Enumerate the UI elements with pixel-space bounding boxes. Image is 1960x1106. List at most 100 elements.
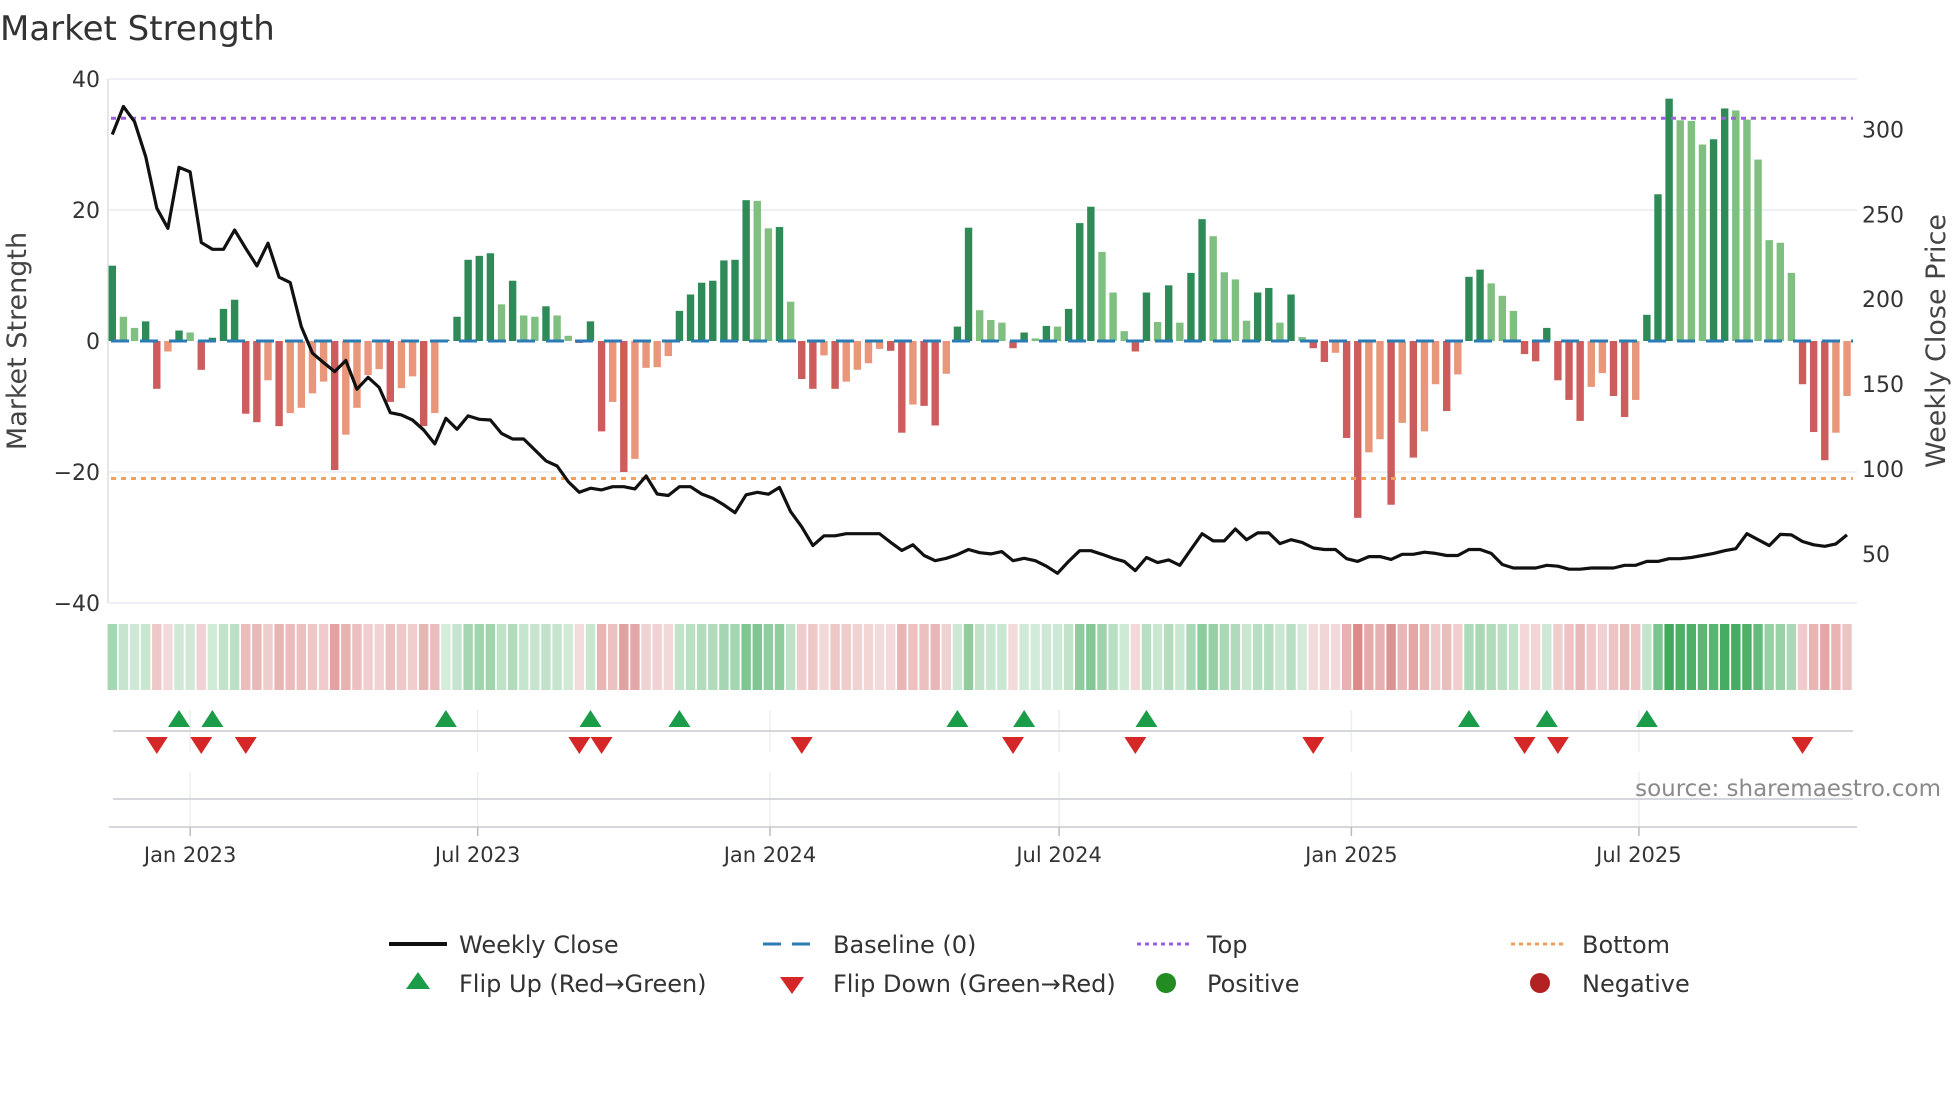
- strip-cell-negative: [274, 624, 284, 690]
- strength-bar: [686, 294, 695, 341]
- strip-cell-negative: [1442, 624, 1452, 690]
- strength-bar: [1165, 285, 1173, 341]
- strip-cell-positive: [1063, 624, 1074, 690]
- strip-cell-positive: [118, 624, 129, 690]
- strip-cell-negative: [163, 624, 173, 690]
- strip-cell-positive: [507, 624, 518, 690]
- strength-bar: [1053, 326, 1062, 341]
- strip-cell-positive: [218, 624, 229, 690]
- strip-cell-positive: [463, 624, 473, 690]
- strength-bar: [931, 341, 939, 426]
- strip-cell-negative: [596, 624, 607, 690]
- strip-cell-negative: [341, 624, 351, 690]
- strip-cell-negative: [1453, 624, 1463, 690]
- strip-cell-negative: [663, 624, 673, 690]
- strength-bar: [186, 332, 194, 341]
- strength-bar: [1320, 341, 1329, 362]
- legend-label: Flip Down (Green→Red): [833, 970, 1116, 998]
- x-tick-label: Jan 2023: [142, 843, 237, 867]
- flip-down-marker: [1791, 737, 1814, 754]
- strength-bar: [1643, 314, 1651, 341]
- strength-bar: [697, 282, 706, 341]
- legend-item-weekly-close: Weekly Close: [389, 931, 619, 959]
- x-tick-label: Jan 2024: [722, 843, 817, 867]
- strength-bar: [1520, 341, 1529, 355]
- legend-label: Top: [1206, 931, 1248, 959]
- strip-cell-positive: [1275, 624, 1285, 690]
- strength-bar: [642, 341, 650, 368]
- strength-bar: [1743, 119, 1751, 341]
- strength-bar: [1209, 236, 1217, 341]
- strip-cell-positive: [140, 624, 151, 690]
- strip-cell-positive: [1141, 624, 1152, 690]
- flip-up-marker: [1457, 710, 1480, 727]
- strength-bar: [1287, 294, 1295, 341]
- strength-bar: [1687, 120, 1696, 341]
- strip-cell-positive: [474, 624, 484, 690]
- strip-cell-negative: [418, 624, 429, 690]
- strength-bar: [809, 341, 817, 389]
- strength-bar: [731, 259, 739, 341]
- strip-cell-negative: [1564, 624, 1574, 690]
- flip-up-marker: [1135, 710, 1158, 727]
- strip-cell-positive: [752, 624, 762, 690]
- strength-heat-strip: [107, 624, 1852, 690]
- strip-cell-negative: [1530, 624, 1541, 690]
- strip-cell-negative: [318, 624, 329, 690]
- strength-bar: [419, 341, 428, 427]
- strip-cell-positive: [496, 624, 507, 690]
- strength-bar: [1253, 292, 1262, 341]
- strip-cell-positive: [1208, 624, 1218, 690]
- strip-cell-positive: [229, 624, 240, 690]
- strength-bar: [1098, 251, 1106, 341]
- strength-bar: [1587, 341, 1595, 387]
- strip-cell-negative: [897, 624, 907, 690]
- strip-cell-positive: [1097, 624, 1107, 690]
- strip-cell-negative: [797, 624, 807, 690]
- strip-cell-negative: [1808, 624, 1819, 690]
- strip-cell-positive: [719, 624, 729, 690]
- strength-bar: [486, 253, 495, 341]
- strip-cell-positive: [585, 624, 596, 690]
- left-tick-label: 0: [86, 330, 100, 355]
- strip-cell-negative: [330, 624, 340, 690]
- strip-cell-negative: [841, 624, 851, 690]
- strength-bar: [1443, 341, 1451, 412]
- strip-cell-negative: [608, 624, 618, 690]
- flip-down-marker: [1002, 737, 1025, 754]
- strip-cell-negative: [1575, 624, 1585, 690]
- strip-cell-positive: [1241, 624, 1252, 690]
- strip-cell-negative: [1130, 624, 1141, 690]
- strength-bar: [1543, 327, 1551, 341]
- flip-up-marker: [579, 710, 602, 727]
- strip-cell-positive: [1731, 624, 1741, 690]
- right-y-axis: 50 100 150 200 250 300: [1862, 118, 1904, 567]
- legend-item-negative: Negative: [1530, 970, 1690, 998]
- strength-bar: [1342, 341, 1351, 438]
- strength-bar: [1409, 341, 1418, 458]
- strength-bar: [1531, 341, 1540, 362]
- strip-cell-negative: [1375, 624, 1385, 690]
- strip-cell-positive: [1742, 624, 1752, 690]
- main-plot: 40200−20−40 50100150200250300 Market Str…: [2, 68, 1952, 617]
- strength-bar: [197, 341, 205, 370]
- strength-bar: [1187, 272, 1195, 341]
- strength-bar: [1676, 120, 1684, 341]
- strip-cell-negative: [1619, 624, 1630, 690]
- strip-cell-negative: [1341, 624, 1352, 690]
- strength-bar: [153, 341, 161, 389]
- strip-cell-negative: [1597, 624, 1608, 690]
- strength-bar: [408, 341, 417, 377]
- triangle-down-icon: [780, 977, 804, 994]
- strip-cell-negative: [1797, 624, 1808, 690]
- strength-bar: [1153, 322, 1162, 341]
- strip-cell-positive: [207, 624, 218, 690]
- strength-bar: [1387, 341, 1395, 505]
- strip-cell-positive: [441, 624, 451, 690]
- strip-cell-positive: [696, 624, 707, 690]
- strip-cell-positive: [1297, 624, 1307, 690]
- legend-label: Flip Up (Red→Green): [459, 970, 707, 998]
- strip-cell-positive: [530, 624, 540, 690]
- strength-bar: [1376, 341, 1384, 440]
- strength-bar: [364, 341, 372, 376]
